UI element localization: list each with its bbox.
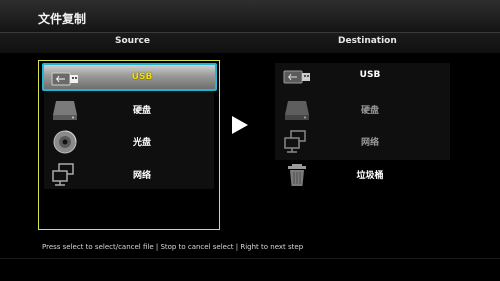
source-item-usb[interactable]: USB <box>42 63 217 91</box>
destination-column-label: Destination <box>338 36 397 46</box>
network-icon <box>284 130 306 153</box>
destination-item-usb-label: USB <box>359 70 381 80</box>
destination-item-hard-disk[interactable]: 硬盘 <box>276 96 450 124</box>
network-icon <box>52 163 74 186</box>
usb-drive-icon <box>283 70 310 84</box>
destination-item-network-label: 网络 <box>360 138 379 148</box>
source-item-optical-disc-label: 光盘 <box>132 138 151 148</box>
window-title: 文件复制 <box>38 12 87 26</box>
destination-item-trash-label: 垃圾桶 <box>356 171 384 181</box>
source-item-optical-disc[interactable]: 光盘 <box>44 128 214 156</box>
source-item-hard-disk[interactable]: 硬盘 <box>44 96 214 124</box>
hard-disk-icon <box>53 101 77 120</box>
source-column-label: Source <box>115 36 150 46</box>
source-item-network-label: 网络 <box>132 171 151 181</box>
hard-disk-icon <box>285 101 309 120</box>
optical-disc-icon <box>53 130 77 154</box>
help-hint-text: Press select to select/cancel file | Sto… <box>42 243 304 251</box>
right-arrow-icon <box>232 116 248 134</box>
column-header-strip <box>0 32 500 53</box>
destination-item-trash[interactable]: 垃圾桶 <box>276 161 450 189</box>
bottom-divider <box>0 258 500 259</box>
source-item-hard-disk-label: 硬盘 <box>132 106 151 116</box>
trash-icon <box>288 164 306 186</box>
usb-drive-icon <box>51 72 78 86</box>
source-item-network[interactable]: 网络 <box>44 161 214 189</box>
destination-item-network[interactable]: 网络 <box>276 128 450 156</box>
destination-item-hard-disk-label: 硬盘 <box>360 106 379 116</box>
source-item-usb-label: USB <box>131 72 153 82</box>
destination-item-usb[interactable]: USB <box>276 63 450 91</box>
